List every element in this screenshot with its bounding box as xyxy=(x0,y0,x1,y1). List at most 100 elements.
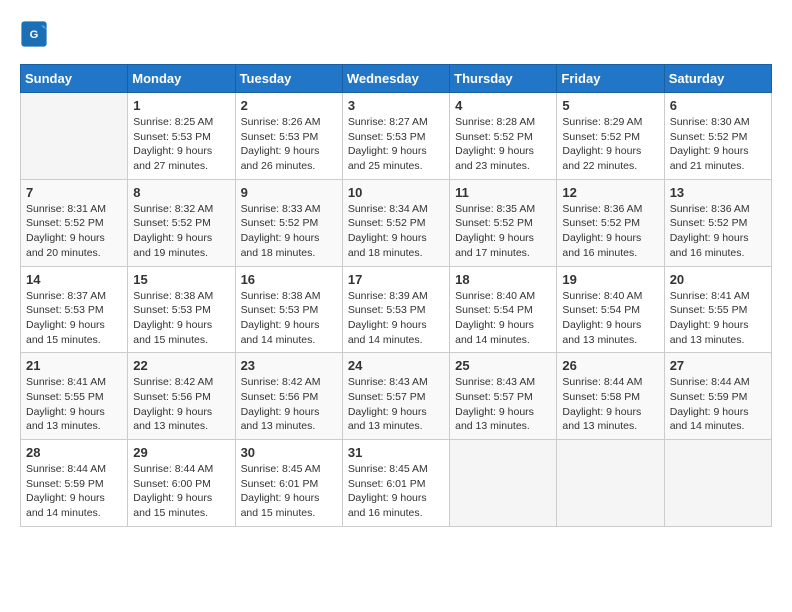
day-number: 7 xyxy=(26,185,122,200)
calendar-cell: 15 Sunrise: 8:38 AMSunset: 5:53 PMDaylig… xyxy=(128,266,235,353)
calendar-cell: 16 Sunrise: 8:38 AMSunset: 5:53 PMDaylig… xyxy=(235,266,342,353)
day-info: Sunrise: 8:25 AMSunset: 5:53 PMDaylight:… xyxy=(133,115,229,174)
day-number: 20 xyxy=(670,272,766,287)
day-info: Sunrise: 8:36 AMSunset: 5:52 PMDaylight:… xyxy=(562,202,658,261)
calendar-cell: 12 Sunrise: 8:36 AMSunset: 5:52 PMDaylig… xyxy=(557,179,664,266)
calendar-cell: 11 Sunrise: 8:35 AMSunset: 5:52 PMDaylig… xyxy=(450,179,557,266)
day-number: 23 xyxy=(241,358,337,373)
day-number: 9 xyxy=(241,185,337,200)
day-info: Sunrise: 8:40 AMSunset: 5:54 PMDaylight:… xyxy=(562,289,658,348)
calendar-cell xyxy=(557,440,664,527)
weekday-tuesday: Tuesday xyxy=(235,65,342,93)
day-number: 8 xyxy=(133,185,229,200)
calendar-body: 1 Sunrise: 8:25 AMSunset: 5:53 PMDayligh… xyxy=(21,93,772,527)
calendar-cell xyxy=(21,93,128,180)
calendar-cell: 27 Sunrise: 8:44 AMSunset: 5:59 PMDaylig… xyxy=(664,353,771,440)
day-number: 29 xyxy=(133,445,229,460)
day-number: 31 xyxy=(348,445,444,460)
day-info: Sunrise: 8:45 AMSunset: 6:01 PMDaylight:… xyxy=(348,462,444,521)
day-number: 28 xyxy=(26,445,122,460)
calendar-cell: 20 Sunrise: 8:41 AMSunset: 5:55 PMDaylig… xyxy=(664,266,771,353)
calendar-cell: 18 Sunrise: 8:40 AMSunset: 5:54 PMDaylig… xyxy=(450,266,557,353)
weekday-monday: Monday xyxy=(128,65,235,93)
day-info: Sunrise: 8:29 AMSunset: 5:52 PMDaylight:… xyxy=(562,115,658,174)
calendar-cell: 31 Sunrise: 8:45 AMSunset: 6:01 PMDaylig… xyxy=(342,440,449,527)
day-number: 3 xyxy=(348,98,444,113)
day-number: 17 xyxy=(348,272,444,287)
day-number: 30 xyxy=(241,445,337,460)
calendar-cell: 1 Sunrise: 8:25 AMSunset: 5:53 PMDayligh… xyxy=(128,93,235,180)
day-number: 16 xyxy=(241,272,337,287)
calendar-cell: 14 Sunrise: 8:37 AMSunset: 5:53 PMDaylig… xyxy=(21,266,128,353)
day-number: 24 xyxy=(348,358,444,373)
day-number: 2 xyxy=(241,98,337,113)
day-number: 11 xyxy=(455,185,551,200)
day-info: Sunrise: 8:30 AMSunset: 5:52 PMDaylight:… xyxy=(670,115,766,174)
day-number: 21 xyxy=(26,358,122,373)
day-info: Sunrise: 8:38 AMSunset: 5:53 PMDaylight:… xyxy=(241,289,337,348)
calendar-cell: 30 Sunrise: 8:45 AMSunset: 6:01 PMDaylig… xyxy=(235,440,342,527)
calendar-cell: 8 Sunrise: 8:32 AMSunset: 5:52 PMDayligh… xyxy=(128,179,235,266)
logo-icon: G xyxy=(20,20,48,48)
day-info: Sunrise: 8:33 AMSunset: 5:52 PMDaylight:… xyxy=(241,202,337,261)
day-info: Sunrise: 8:43 AMSunset: 5:57 PMDaylight:… xyxy=(455,375,551,434)
day-info: Sunrise: 8:44 AMSunset: 5:59 PMDaylight:… xyxy=(26,462,122,521)
calendar-week-1: 1 Sunrise: 8:25 AMSunset: 5:53 PMDayligh… xyxy=(21,93,772,180)
calendar-cell: 7 Sunrise: 8:31 AMSunset: 5:52 PMDayligh… xyxy=(21,179,128,266)
day-info: Sunrise: 8:35 AMSunset: 5:52 PMDaylight:… xyxy=(455,202,551,261)
calendar-cell: 13 Sunrise: 8:36 AMSunset: 5:52 PMDaylig… xyxy=(664,179,771,266)
svg-text:G: G xyxy=(30,29,39,41)
weekday-header: SundayMondayTuesdayWednesdayThursdayFrid… xyxy=(21,65,772,93)
calendar-cell: 10 Sunrise: 8:34 AMSunset: 5:52 PMDaylig… xyxy=(342,179,449,266)
logo: G xyxy=(20,20,52,48)
day-number: 4 xyxy=(455,98,551,113)
calendar-cell: 19 Sunrise: 8:40 AMSunset: 5:54 PMDaylig… xyxy=(557,266,664,353)
calendar-cell: 2 Sunrise: 8:26 AMSunset: 5:53 PMDayligh… xyxy=(235,93,342,180)
day-number: 14 xyxy=(26,272,122,287)
day-number: 18 xyxy=(455,272,551,287)
day-info: Sunrise: 8:45 AMSunset: 6:01 PMDaylight:… xyxy=(241,462,337,521)
day-number: 27 xyxy=(670,358,766,373)
day-info: Sunrise: 8:44 AMSunset: 5:58 PMDaylight:… xyxy=(562,375,658,434)
calendar-week-4: 21 Sunrise: 8:41 AMSunset: 5:55 PMDaylig… xyxy=(21,353,772,440)
day-info: Sunrise: 8:43 AMSunset: 5:57 PMDaylight:… xyxy=(348,375,444,434)
day-number: 15 xyxy=(133,272,229,287)
day-number: 22 xyxy=(133,358,229,373)
day-number: 10 xyxy=(348,185,444,200)
day-info: Sunrise: 8:42 AMSunset: 5:56 PMDaylight:… xyxy=(133,375,229,434)
calendar-week-2: 7 Sunrise: 8:31 AMSunset: 5:52 PMDayligh… xyxy=(21,179,772,266)
day-info: Sunrise: 8:39 AMSunset: 5:53 PMDaylight:… xyxy=(348,289,444,348)
day-number: 13 xyxy=(670,185,766,200)
weekday-saturday: Saturday xyxy=(664,65,771,93)
day-info: Sunrise: 8:40 AMSunset: 5:54 PMDaylight:… xyxy=(455,289,551,348)
day-number: 5 xyxy=(562,98,658,113)
calendar-cell xyxy=(664,440,771,527)
day-number: 1 xyxy=(133,98,229,113)
day-info: Sunrise: 8:31 AMSunset: 5:52 PMDaylight:… xyxy=(26,202,122,261)
day-info: Sunrise: 8:34 AMSunset: 5:52 PMDaylight:… xyxy=(348,202,444,261)
calendar: SundayMondayTuesdayWednesdayThursdayFrid… xyxy=(20,64,772,527)
day-info: Sunrise: 8:44 AMSunset: 6:00 PMDaylight:… xyxy=(133,462,229,521)
day-number: 12 xyxy=(562,185,658,200)
day-number: 25 xyxy=(455,358,551,373)
day-info: Sunrise: 8:41 AMSunset: 5:55 PMDaylight:… xyxy=(26,375,122,434)
day-info: Sunrise: 8:41 AMSunset: 5:55 PMDaylight:… xyxy=(670,289,766,348)
day-number: 6 xyxy=(670,98,766,113)
weekday-thursday: Thursday xyxy=(450,65,557,93)
calendar-cell: 26 Sunrise: 8:44 AMSunset: 5:58 PMDaylig… xyxy=(557,353,664,440)
weekday-friday: Friday xyxy=(557,65,664,93)
day-info: Sunrise: 8:28 AMSunset: 5:52 PMDaylight:… xyxy=(455,115,551,174)
day-number: 26 xyxy=(562,358,658,373)
day-info: Sunrise: 8:27 AMSunset: 5:53 PMDaylight:… xyxy=(348,115,444,174)
calendar-cell: 6 Sunrise: 8:30 AMSunset: 5:52 PMDayligh… xyxy=(664,93,771,180)
calendar-cell: 29 Sunrise: 8:44 AMSunset: 6:00 PMDaylig… xyxy=(128,440,235,527)
calendar-cell: 9 Sunrise: 8:33 AMSunset: 5:52 PMDayligh… xyxy=(235,179,342,266)
day-info: Sunrise: 8:38 AMSunset: 5:53 PMDaylight:… xyxy=(133,289,229,348)
day-info: Sunrise: 8:32 AMSunset: 5:52 PMDaylight:… xyxy=(133,202,229,261)
day-info: Sunrise: 8:26 AMSunset: 5:53 PMDaylight:… xyxy=(241,115,337,174)
day-info: Sunrise: 8:36 AMSunset: 5:52 PMDaylight:… xyxy=(670,202,766,261)
calendar-week-3: 14 Sunrise: 8:37 AMSunset: 5:53 PMDaylig… xyxy=(21,266,772,353)
calendar-cell: 5 Sunrise: 8:29 AMSunset: 5:52 PMDayligh… xyxy=(557,93,664,180)
calendar-cell xyxy=(450,440,557,527)
day-info: Sunrise: 8:44 AMSunset: 5:59 PMDaylight:… xyxy=(670,375,766,434)
